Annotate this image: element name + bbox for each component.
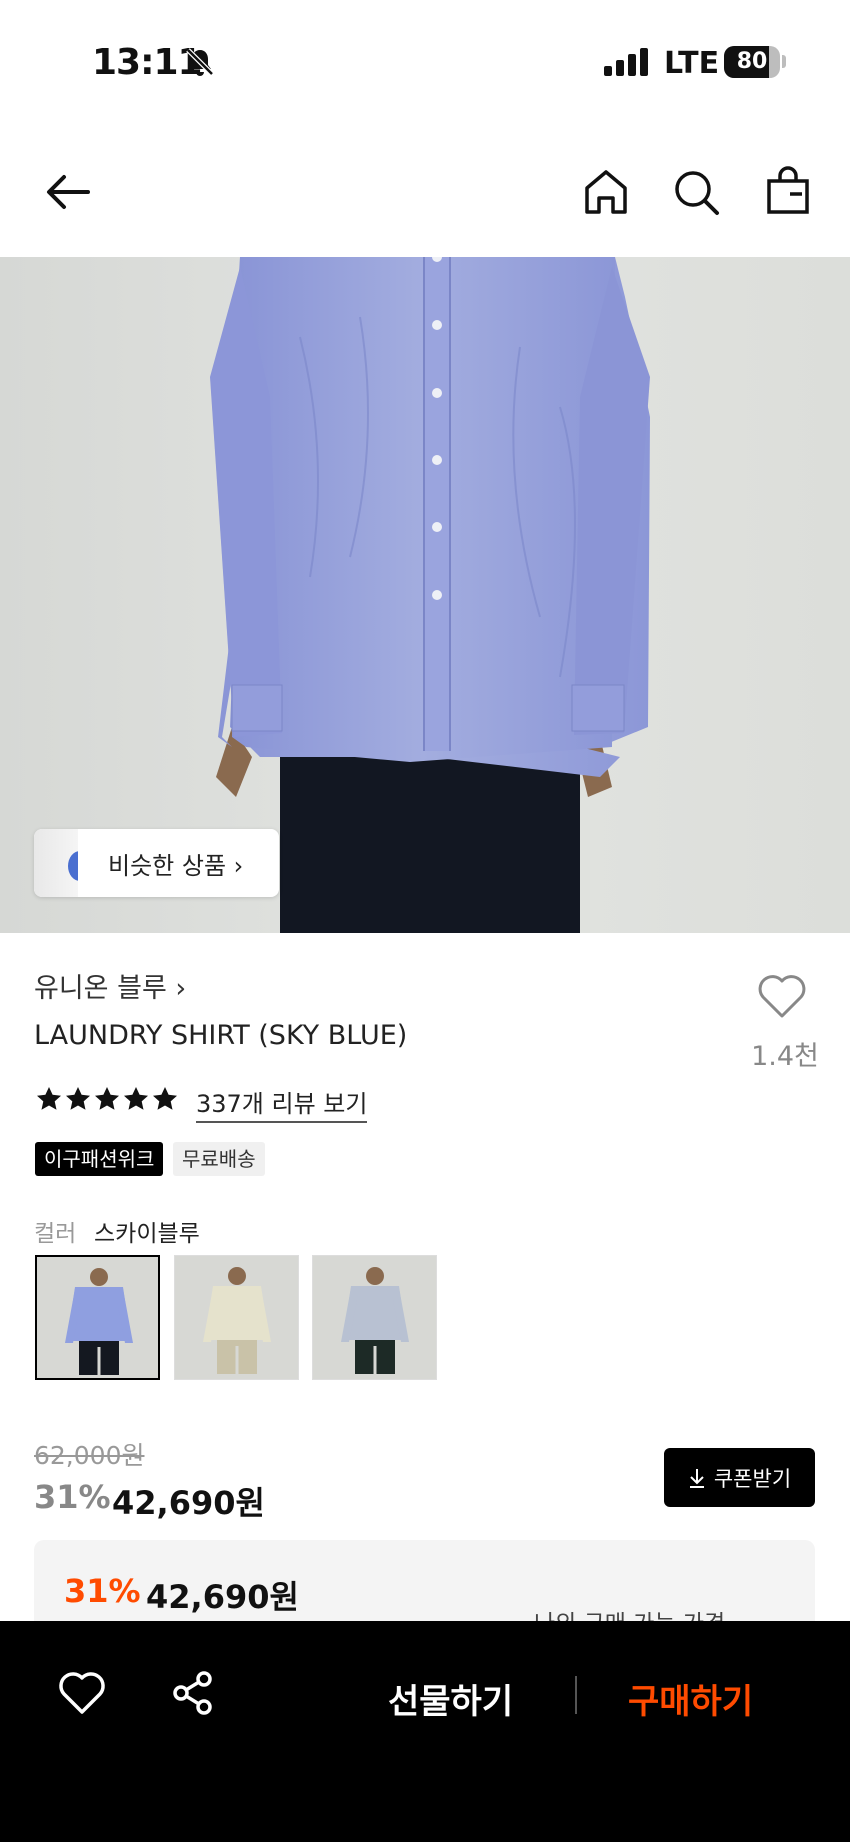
download-icon bbox=[689, 1468, 704, 1488]
signal-icon bbox=[604, 48, 648, 76]
search-icon[interactable] bbox=[670, 166, 722, 218]
swatch-image bbox=[65, 1268, 133, 1375]
gift-button[interactable]: 선물하기 bbox=[388, 1674, 513, 1723]
coupon-button[interactable]: 쿠폰받기 bbox=[664, 1448, 815, 1507]
coupon-label: 쿠폰받기 bbox=[713, 1466, 792, 1491]
color-swatch[interactable] bbox=[312, 1255, 437, 1380]
discount-rate: 31% bbox=[34, 1478, 111, 1516]
bell-muted-icon bbox=[186, 48, 214, 76]
arrow-left-icon[interactable] bbox=[42, 166, 94, 218]
swatch-image bbox=[203, 1267, 271, 1374]
similar-products-button[interactable]: 비슷한 상품 › bbox=[34, 829, 279, 897]
event-badge: 이구패션위크 bbox=[35, 1142, 164, 1176]
battery-icon: 80 bbox=[724, 46, 780, 78]
rating-stars bbox=[36, 1086, 178, 1112]
star-icon bbox=[66, 1087, 90, 1110]
sale-price: 42,690원 bbox=[112, 1484, 265, 1522]
like-count: 1.4천 bbox=[751, 1041, 819, 1072]
swatch-image bbox=[341, 1267, 409, 1374]
color-label: 컬러 bbox=[34, 1221, 77, 1247]
free-shipping-badge: 무료배송 bbox=[173, 1142, 265, 1176]
bar-divider bbox=[575, 1676, 577, 1714]
my-discount-rate: 31% bbox=[64, 1572, 141, 1610]
share-icon[interactable] bbox=[170, 1670, 216, 1716]
brand-link[interactable]: 유니온 블루 › bbox=[34, 966, 186, 1005]
buy-button[interactable]: 구매하기 bbox=[628, 1674, 753, 1723]
similar-thumbnail bbox=[34, 829, 78, 897]
my-price: 42,690원 bbox=[146, 1578, 299, 1616]
star-icon bbox=[153, 1087, 177, 1110]
similar-products-label: 비슷한 상품 › bbox=[108, 851, 244, 880]
battery-tip bbox=[782, 55, 786, 68]
color-swatch[interactable] bbox=[174, 1255, 299, 1380]
network-label: LTE bbox=[664, 46, 720, 81]
star-icon bbox=[95, 1087, 119, 1110]
shopping-bag-icon[interactable] bbox=[762, 166, 814, 218]
bottom-action-bar bbox=[0, 1621, 850, 1842]
heart-icon[interactable] bbox=[756, 972, 808, 1020]
color-value: 스카이블루 bbox=[94, 1221, 200, 1247]
color-swatch[interactable] bbox=[35, 1255, 160, 1380]
product-name: LAUNDRY SHIRT (SKY BLUE) bbox=[34, 1020, 408, 1051]
star-icon bbox=[37, 1087, 61, 1110]
battery-level: 80 bbox=[736, 49, 768, 74]
heart-icon[interactable] bbox=[58, 1670, 106, 1716]
original-price: 62,000원 bbox=[34, 1441, 145, 1470]
reviews-link[interactable]: 337개 리뷰 보기 bbox=[196, 1084, 368, 1123]
star-icon bbox=[124, 1087, 148, 1110]
home-icon[interactable] bbox=[580, 166, 632, 218]
